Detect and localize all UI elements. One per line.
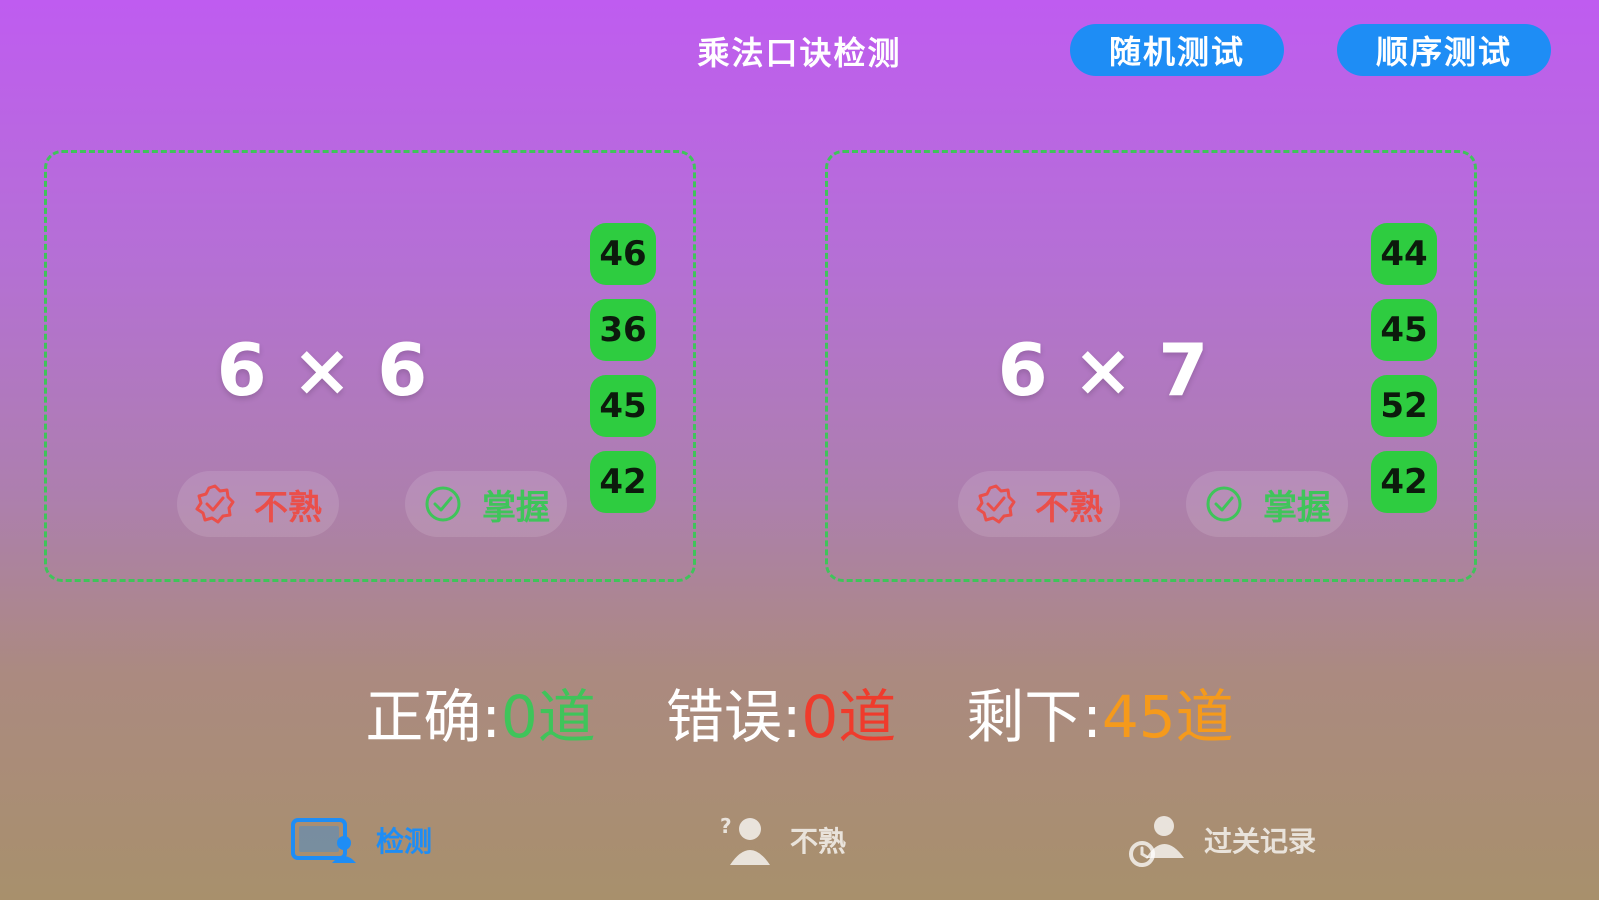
correct-count: 正确: 0道: [365, 670, 595, 751]
mastered-label: 掌握: [482, 487, 550, 528]
tab-check[interactable]: 检测: [290, 810, 432, 870]
mark-unfamiliar-button[interactable]: 不熟: [177, 471, 339, 537]
bottom-tab-bar: 检测 ? 不熟 过关记录: [0, 790, 1599, 900]
question-text: 6 × 7: [997, 328, 1209, 412]
tab-record-label: 过关记录: [1204, 825, 1317, 858]
badge-check-icon: [976, 484, 1016, 524]
remaining-label: 剩下:: [966, 683, 1102, 751]
mark-mastered-button[interactable]: 掌握: [405, 471, 567, 537]
answer-option[interactable]: 36: [590, 299, 656, 361]
correct-label: 正确:: [365, 683, 501, 751]
question-text: 6 × 6: [216, 328, 428, 412]
wrong-value: 0道: [801, 683, 897, 751]
tab-pass-record[interactable]: 过关记录: [1128, 810, 1316, 870]
monitor-person-icon: [291, 818, 356, 863]
wrong-label: 错误:: [665, 683, 802, 751]
answer-option[interactable]: 45: [1371, 299, 1437, 361]
score-summary: 正确: 0道 错误: 0道 剩下: 45道: [0, 670, 1599, 751]
mastered-label: 掌握: [1263, 487, 1331, 528]
wrong-count: 错误: 0道: [666, 670, 896, 751]
circle-check-icon: [1206, 486, 1242, 522]
answer-option[interactable]: 45: [590, 375, 656, 437]
answer-options: 46 36 45 42: [590, 223, 656, 527]
unfamiliar-label: 不熟: [1035, 487, 1103, 528]
circle-check-icon: [425, 486, 461, 522]
answer-option[interactable]: 42: [590, 451, 656, 513]
tab-check-label: 检测: [376, 825, 433, 858]
answer-option[interactable]: 42: [1371, 451, 1437, 513]
random-test-button[interactable]: 随机测试: [1070, 24, 1284, 76]
unfamiliar-label: 不熟: [254, 487, 322, 528]
question-card: 6 × 6 46 36 45 42 不熟 掌握: [44, 150, 696, 582]
question-card: 6 × 7 44 45 52 42 不熟 掌握: [825, 150, 1477, 582]
sequential-test-button[interactable]: 顺序测试: [1337, 24, 1551, 76]
answer-option[interactable]: 46: [590, 223, 656, 285]
remaining-value: 45道: [1101, 683, 1234, 751]
tab-unfamiliar[interactable]: ? 不熟: [718, 810, 846, 870]
mark-mastered-button[interactable]: 掌握: [1186, 471, 1348, 537]
answer-option[interactable]: 52: [1371, 375, 1437, 437]
correct-value: 0道: [500, 683, 596, 751]
tab-unfamiliar-label: 不熟: [790, 825, 847, 858]
remaining-count: 剩下: 45道: [966, 670, 1233, 751]
group-record-icon: [1129, 816, 1184, 867]
answer-option[interactable]: 44: [1371, 223, 1437, 285]
mark-unfamiliar-button[interactable]: 不熟: [958, 471, 1120, 537]
svg-text:?: ?: [720, 814, 732, 838]
badge-check-icon: [195, 484, 235, 524]
answer-options: 44 45 52 42: [1371, 223, 1437, 527]
question-person-icon: ?: [720, 814, 770, 865]
